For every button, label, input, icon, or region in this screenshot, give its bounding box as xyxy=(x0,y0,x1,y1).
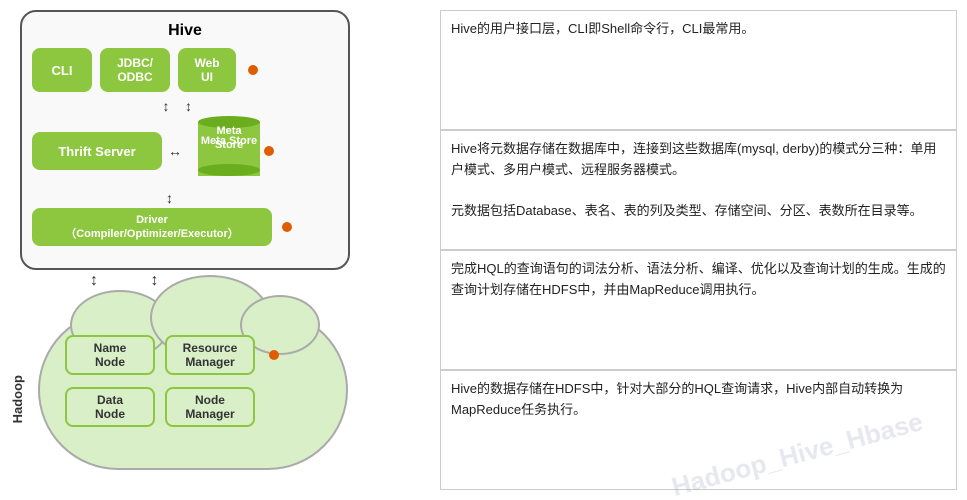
name-node-box: Name Node xyxy=(65,335,155,375)
annotation-box-3: 完成HQL的查询语句的词法分析、语法分析、编译、优化以及查询计划的生成。生成的查… xyxy=(440,250,957,370)
webui-box: Web UI xyxy=(178,48,236,92)
cli-box: CLI xyxy=(32,48,92,92)
hive-container: Hive CLI JDBC/ ODBC Web UI ↕ ↕ Th xyxy=(20,10,350,270)
right-panel: Hive的用户接口层，CLI即Shell命令行，CLI最常用。 Hive将元数据… xyxy=(420,0,967,500)
left-panel: Hive CLI JDBC/ ODBC Web UI ↕ ↕ Th xyxy=(0,0,420,500)
thrift-meta-row: Thrift Server ↔ Meta Store MetaStore xyxy=(32,116,338,186)
dot-hadoop-top xyxy=(269,350,279,360)
jdbc-box: JDBC/ ODBC xyxy=(100,48,170,92)
driver-box: Driver （Compiler/Optimizer/Executor） xyxy=(32,208,272,246)
annotation-box-1: Hive的用户接口层，CLI即Shell命令行，CLI最常用。 xyxy=(440,10,957,130)
hive-title: Hive xyxy=(32,22,338,40)
horiz-arrows: ↔ xyxy=(168,143,182,159)
annotation-box-2: Hive将元数据存储在数据库中，连接到这些数据库(mysql, derby)的模… xyxy=(440,130,957,250)
hadoop-row1: Name Node Resource Manager xyxy=(65,335,279,375)
dot-driver xyxy=(282,222,292,232)
driver-row: Driver （Compiler/Optimizer/Executor） xyxy=(32,208,338,246)
resource-manager-box: Resource Manager xyxy=(165,335,255,375)
hadoop-label: Hadoop xyxy=(10,375,25,423)
meta-store-cylinder-wrapper: Meta Store MetaStore xyxy=(198,116,260,186)
meta-store-container: Meta Store MetaStore xyxy=(198,116,260,186)
thrift-box: Thrift Server xyxy=(32,132,162,170)
data-node-box: Data Node xyxy=(65,387,155,427)
top-row: CLI JDBC/ ODBC Web UI xyxy=(32,48,338,92)
hadoop-row2: Data Node Node Manager xyxy=(65,387,279,427)
cyl-bottom xyxy=(198,164,260,176)
hadoop-nodes: Name Node Resource Manager Data Node Nod… xyxy=(65,335,279,427)
node-manager-box: Node Manager xyxy=(165,387,255,427)
hadoop-container: Hadoop Name Node Resource Manager Data N… xyxy=(10,290,370,475)
arrows-thrift-driver: ↕ xyxy=(32,190,338,206)
dot-webui xyxy=(248,65,258,75)
meta-label-text: MetaStore xyxy=(198,124,260,153)
annotation-box-4: Hive的数据存储在HDFS中，针对大部分的HQL查询请求，Hive内部自动转换… xyxy=(440,370,957,490)
dot-metastore xyxy=(264,146,274,156)
arrows-top-thrift: ↕ ↕ xyxy=(32,98,338,114)
